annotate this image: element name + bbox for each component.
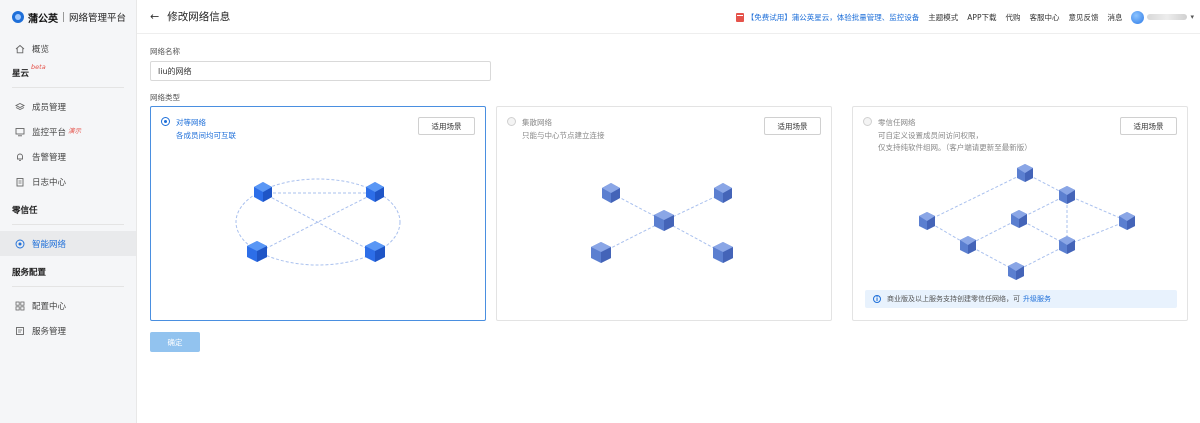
- promo-text: 【免费试用】蒲公英星云，体验批量管理、监控设备: [746, 12, 920, 22]
- network-type-card-peer[interactable]: 对等网络 各成员间均可互联 适用场景: [150, 106, 486, 321]
- node-cube-icon: [602, 183, 620, 203]
- peer-network-illustration: [235, 178, 401, 266]
- purchase-link[interactable]: 代购: [1005, 12, 1020, 23]
- sidebar-item-label: 配置中心: [32, 301, 67, 312]
- feedback-link[interactable]: 意见反馈: [1068, 12, 1098, 23]
- node-cube-icon: [591, 242, 611, 263]
- section-title: 服务配置: [12, 268, 47, 278]
- monitor-icon: [14, 126, 25, 137]
- messages-link[interactable]: 消息: [1107, 12, 1122, 23]
- notice-text: 商业版及以上服务支持创建零信任网络，可: [887, 295, 1020, 303]
- sidebar-item-label: 概览: [32, 44, 50, 55]
- network-type-label: 网络类型: [150, 93, 180, 102]
- chevron-down-icon: ▾: [1190, 13, 1194, 21]
- section-divider: [12, 286, 124, 287]
- node-cube-icon: [1011, 210, 1027, 228]
- sidebar-item-label: 服务管理: [32, 326, 67, 337]
- dandelion-logo-icon: [12, 11, 24, 23]
- avatar: [1131, 10, 1145, 24]
- sidebar-item-label: 成员管理: [32, 102, 67, 113]
- node-cube-icon: [1059, 186, 1075, 204]
- node-cube-icon: [919, 212, 935, 230]
- app-download-link[interactable]: APP下载: [967, 12, 996, 23]
- node-cube-icon: [365, 241, 385, 262]
- network-circle-icon: [14, 238, 25, 249]
- demo-tag: 演示: [68, 126, 82, 135]
- sidebar-item-logs[interactable]: 日志中心: [0, 169, 136, 194]
- sidebar-section-service: 服务配置: [0, 260, 136, 282]
- logo-divider: [63, 12, 64, 22]
- theme-mode-link[interactable]: 主题模式: [928, 12, 958, 23]
- beta-tag: beta: [31, 63, 46, 71]
- sidebar-item-service-mgmt[interactable]: 服务管理: [0, 318, 136, 343]
- upgrade-service-link[interactable]: 升级服务: [1023, 294, 1051, 304]
- sidebar-item-label: 日志中心: [32, 177, 67, 188]
- sidebar-item-members[interactable]: 成员管理: [0, 94, 136, 119]
- node-cube-icon: [1008, 262, 1024, 280]
- section-title: 零信任: [12, 206, 38, 216]
- node-cube-icon: [247, 241, 267, 262]
- sidebar-item-overview[interactable]: 概览: [0, 36, 136, 61]
- confirm-button[interactable]: 确定: [150, 332, 200, 352]
- node-cube-icon: [366, 182, 384, 202]
- promo-link[interactable]: 【免费试用】蒲公英星云，体验批量管理、监控设备: [735, 12, 920, 23]
- node-cube-icon: [1017, 164, 1033, 182]
- sidebar-section-zerotrust: 零信任: [0, 198, 136, 220]
- node-cube-icon: [1059, 236, 1075, 254]
- section-divider: [12, 224, 124, 225]
- bell-icon: [14, 151, 25, 162]
- sidebar-item-monitor[interactable]: 监控平台 演示: [0, 119, 136, 144]
- node-cube-icon: [714, 183, 732, 203]
- top-right-menu: 【免费试用】蒲公英星云，体验批量管理、监控设备 主题模式 APP下载 代购 客服…: [735, 0, 1194, 34]
- node-cube-icon: [960, 236, 976, 254]
- document-icon: [14, 325, 25, 336]
- network-type-card-hub[interactable]: 集散网络 只能与中心节点建立连接 适用场景: [496, 106, 832, 321]
- layers-icon: [14, 101, 25, 112]
- sidebar: 蒲公英 网络管理平台 概览 星云 beta 成员管理 监控平台 演示 告警管理: [0, 0, 137, 423]
- sidebar-section-xingyun: 星云 beta: [0, 61, 136, 83]
- sidebar-item-smart-network[interactable]: 智能网络: [0, 231, 136, 256]
- user-menu[interactable]: ▾: [1131, 10, 1194, 24]
- sidebar-item-alerts[interactable]: 告警管理: [0, 144, 136, 169]
- sidebar-item-label: 告警管理: [32, 152, 67, 163]
- sidebar-item-label: 智能网络: [32, 239, 67, 250]
- app-logo[interactable]: 蒲公英 网络管理平台: [0, 0, 136, 34]
- gift-icon: [735, 12, 744, 22]
- network-name-label: 网络名称: [150, 47, 180, 56]
- product-name: 网络管理平台: [69, 13, 127, 24]
- section-title: 星云: [12, 69, 30, 79]
- network-name-input[interactable]: [150, 61, 491, 81]
- support-center-link[interactable]: 客服中心: [1029, 12, 1059, 23]
- sidebar-item-label: 监控平台: [32, 127, 67, 138]
- node-cube-icon: [1119, 212, 1135, 230]
- grid-icon: [14, 300, 25, 311]
- back-button[interactable]: ← 修改网络信息: [150, 9, 230, 24]
- node-cube-icon: [713, 242, 733, 263]
- brand-name: 蒲公英: [28, 13, 58, 25]
- info-icon: i: [873, 295, 881, 303]
- zerotrust-notice: i 商业版及以上服务支持创建零信任网络，可 升级服务: [865, 290, 1177, 308]
- top-bar: ← 修改网络信息 【免费试用】蒲公英星云，体验批量管理、监控设备 主题模式 AP…: [137, 0, 1200, 34]
- node-cube-icon: [254, 182, 272, 202]
- page-title: 修改网络信息: [167, 11, 231, 23]
- network-type-card-zerotrust[interactable]: 零信任网络 可自定义设置成员间访问权限， 仅支持纯软件组网。（客户端请更新至最新…: [852, 106, 1188, 321]
- arrow-left-icon: ←: [150, 10, 160, 23]
- node-cube-icon: [654, 210, 674, 231]
- username-redacted: [1147, 14, 1188, 20]
- hub-network-illustration: [591, 183, 733, 263]
- section-divider: [12, 87, 124, 88]
- home-icon: [14, 43, 25, 54]
- sidebar-item-config-center[interactable]: 配置中心: [0, 293, 136, 318]
- clipboard-icon: [14, 176, 25, 187]
